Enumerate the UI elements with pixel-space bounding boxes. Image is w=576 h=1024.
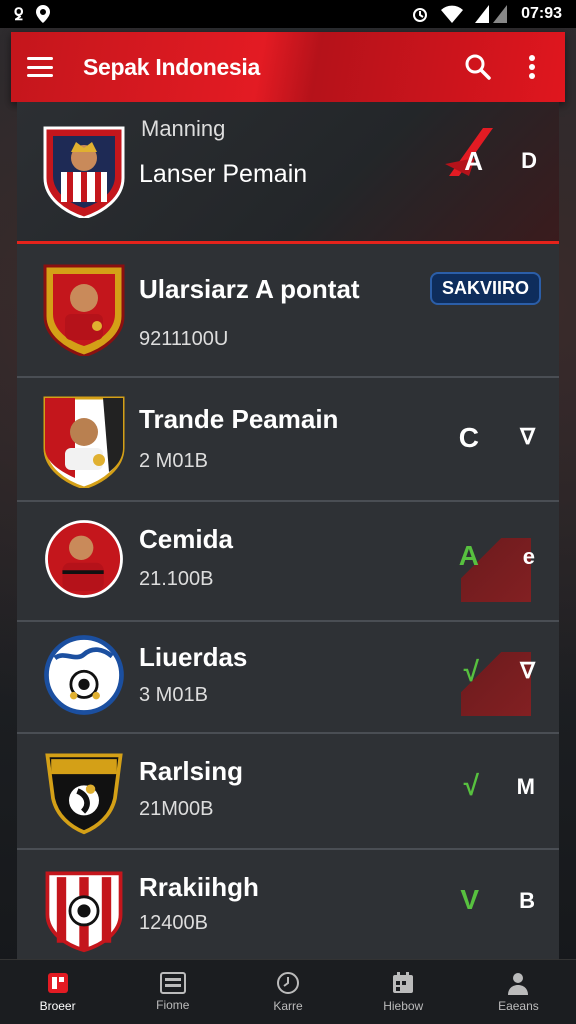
- player-name: Trande Peamain: [139, 404, 339, 434]
- player-name: Rrakiihgh: [139, 872, 259, 902]
- club-crest-icon: [45, 520, 123, 598]
- wifi-icon: [441, 5, 464, 23]
- menu-icon[interactable]: [27, 57, 53, 77]
- club-crest-icon: [43, 396, 125, 488]
- player-name: Ularsiarz A pontat: [139, 274, 360, 304]
- search-button[interactable]: [461, 50, 495, 84]
- action-b-button[interactable]: B: [519, 888, 535, 914]
- player-stat: 3 M01B: [139, 684, 208, 706]
- row-label: Manning: [141, 116, 226, 141]
- check-icon[interactable]: √: [464, 770, 479, 802]
- list-item[interactable]: Rarlsing 21M00B √ M: [17, 734, 559, 850]
- action-c-button[interactable]: C: [459, 422, 479, 454]
- player-name: Lanser Pemain: [139, 160, 308, 188]
- clock-icon: [277, 972, 299, 994]
- nav-tab-profile[interactable]: Eaeans: [461, 960, 576, 1024]
- action-e-button[interactable]: e: [523, 544, 535, 570]
- more-options-button[interactable]: [515, 50, 549, 84]
- club-crest-icon: [43, 126, 125, 218]
- player-name: Rarlsing: [139, 756, 244, 786]
- club-crest-icon: [44, 635, 124, 715]
- status-badge[interactable]: SAKVIIRO: [429, 272, 541, 305]
- app-title: Sepak Indonesia: [83, 53, 261, 80]
- player-stat: 9211100U: [139, 328, 229, 350]
- nav-label: Karre: [273, 999, 303, 1013]
- club-crest-icon: [45, 871, 123, 953]
- home-icon: [159, 972, 186, 994]
- notification-icon: ꝿ: [14, 7, 24, 24]
- check-icon[interactable]: V: [460, 884, 479, 916]
- player-stat: 21.100B: [139, 568, 214, 590]
- nav-tab-calendar[interactable]: Hiebow: [346, 960, 461, 1024]
- nav-label: Broeer: [39, 999, 76, 1013]
- action-filter-button[interactable]: ∇: [520, 424, 535, 450]
- nav-label: Fiome: [156, 998, 190, 1012]
- action-d-button[interactable]: D: [521, 148, 537, 174]
- player-list: Manning Lanser Pemain A D Ularsiarz A po…: [17, 102, 559, 962]
- check-icon[interactable]: √: [464, 656, 479, 688]
- player-stat: 12400B: [139, 912, 208, 934]
- search-icon: [465, 54, 491, 80]
- more-vert-icon: [529, 55, 535, 79]
- list-item[interactable]: Ularsiarz A pontat 9211100U SAKVIIRO: [17, 244, 559, 378]
- list-item[interactable]: Rrakiihgh 12400B V B: [17, 850, 559, 962]
- nav-label: Eaeans: [498, 999, 539, 1013]
- calendar-icon: [393, 972, 414, 993]
- app-bar: Sepak Indonesia: [11, 32, 565, 102]
- bottom-navigation: Broeer Fiome Karre Hiebow Eaeans: [0, 959, 576, 1024]
- list-item[interactable]: Trande Peamain 2 M01B C ∇: [17, 378, 559, 502]
- alarm-icon: [413, 8, 428, 22]
- action-m-button[interactable]: M: [517, 774, 535, 800]
- status-bar: ꝿ 07:93: [0, 0, 576, 28]
- location-icon: [36, 5, 51, 23]
- player-name: Cemida: [139, 524, 233, 554]
- list-item[interactable]: Cemida 21.100B A e: [17, 502, 559, 622]
- player-stat: 2 M01B: [139, 450, 208, 472]
- nav-tab-home[interactable]: Fiome: [115, 960, 230, 1024]
- club-crest-icon: [45, 753, 123, 835]
- status-time: 07:93: [521, 5, 562, 22]
- list-item[interactable]: Liuerdas 3 M01B √ ∇: [17, 622, 559, 734]
- action-filter-button[interactable]: ∇: [520, 658, 535, 684]
- player-stat: 21M00B: [139, 798, 214, 820]
- profile-icon: [508, 973, 529, 995]
- list-item[interactable]: Manning Lanser Pemain A D: [17, 102, 559, 244]
- player-name: Liuerdas: [139, 642, 248, 672]
- club-crest-icon: [43, 264, 125, 356]
- nav-tab-clock[interactable]: Karre: [230, 960, 345, 1024]
- nav-label: Hiebow: [383, 999, 424, 1013]
- action-a-button[interactable]: A: [459, 540, 479, 572]
- browser-icon: [47, 973, 68, 993]
- nav-tab-browser[interactable]: Broeer: [0, 960, 115, 1024]
- action-a-button[interactable]: A: [464, 146, 483, 177]
- signal-icon: [475, 5, 508, 23]
